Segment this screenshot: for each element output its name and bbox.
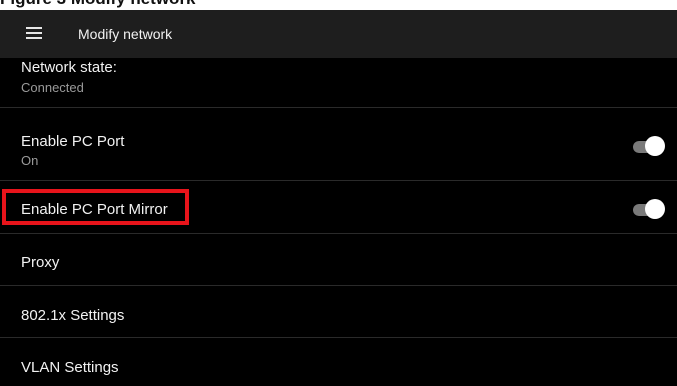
enable-pc-port-status: On (21, 153, 39, 168)
hamburger-menu-icon[interactable] (26, 27, 42, 39)
settings-row-8021x[interactable]: 802.1x Settings (0, 286, 677, 338)
enable-pc-port-label: Enable PC Port (21, 133, 125, 150)
network-state-value: Connected (21, 80, 84, 95)
settings-row-vlan[interactable]: VLAN Settings (0, 338, 677, 386)
network-state-label: Network state: (21, 59, 117, 76)
settings-row-enable-pc-port[interactable]: Enable PC Port On (0, 108, 677, 181)
vlan-settings-label: VLAN Settings (21, 359, 119, 376)
settings-row-network-state: Network state: Connected (0, 58, 677, 108)
settings-row-proxy[interactable]: Proxy (0, 234, 677, 286)
screenshot-frame: Figure 3 Modify network Modify network N… (0, 0, 677, 386)
toggle-thumb (645, 199, 665, 219)
figure-caption: Figure 3 Modify network (0, 0, 677, 10)
figure-caption-text: Figure 3 Modify network (0, 0, 196, 9)
enable-pc-port-toggle[interactable] (631, 136, 665, 156)
device-screen: Modify network Network state: Connected … (0, 10, 677, 386)
proxy-label: Proxy (21, 254, 60, 271)
toggle-thumb (645, 136, 665, 156)
page-title: Modify network (78, 26, 173, 42)
8021x-settings-label: 802.1x Settings (21, 307, 125, 324)
app-bar: Modify network (0, 10, 677, 58)
enable-pc-port-mirror-toggle[interactable] (631, 199, 665, 219)
highlight-box (2, 189, 189, 225)
